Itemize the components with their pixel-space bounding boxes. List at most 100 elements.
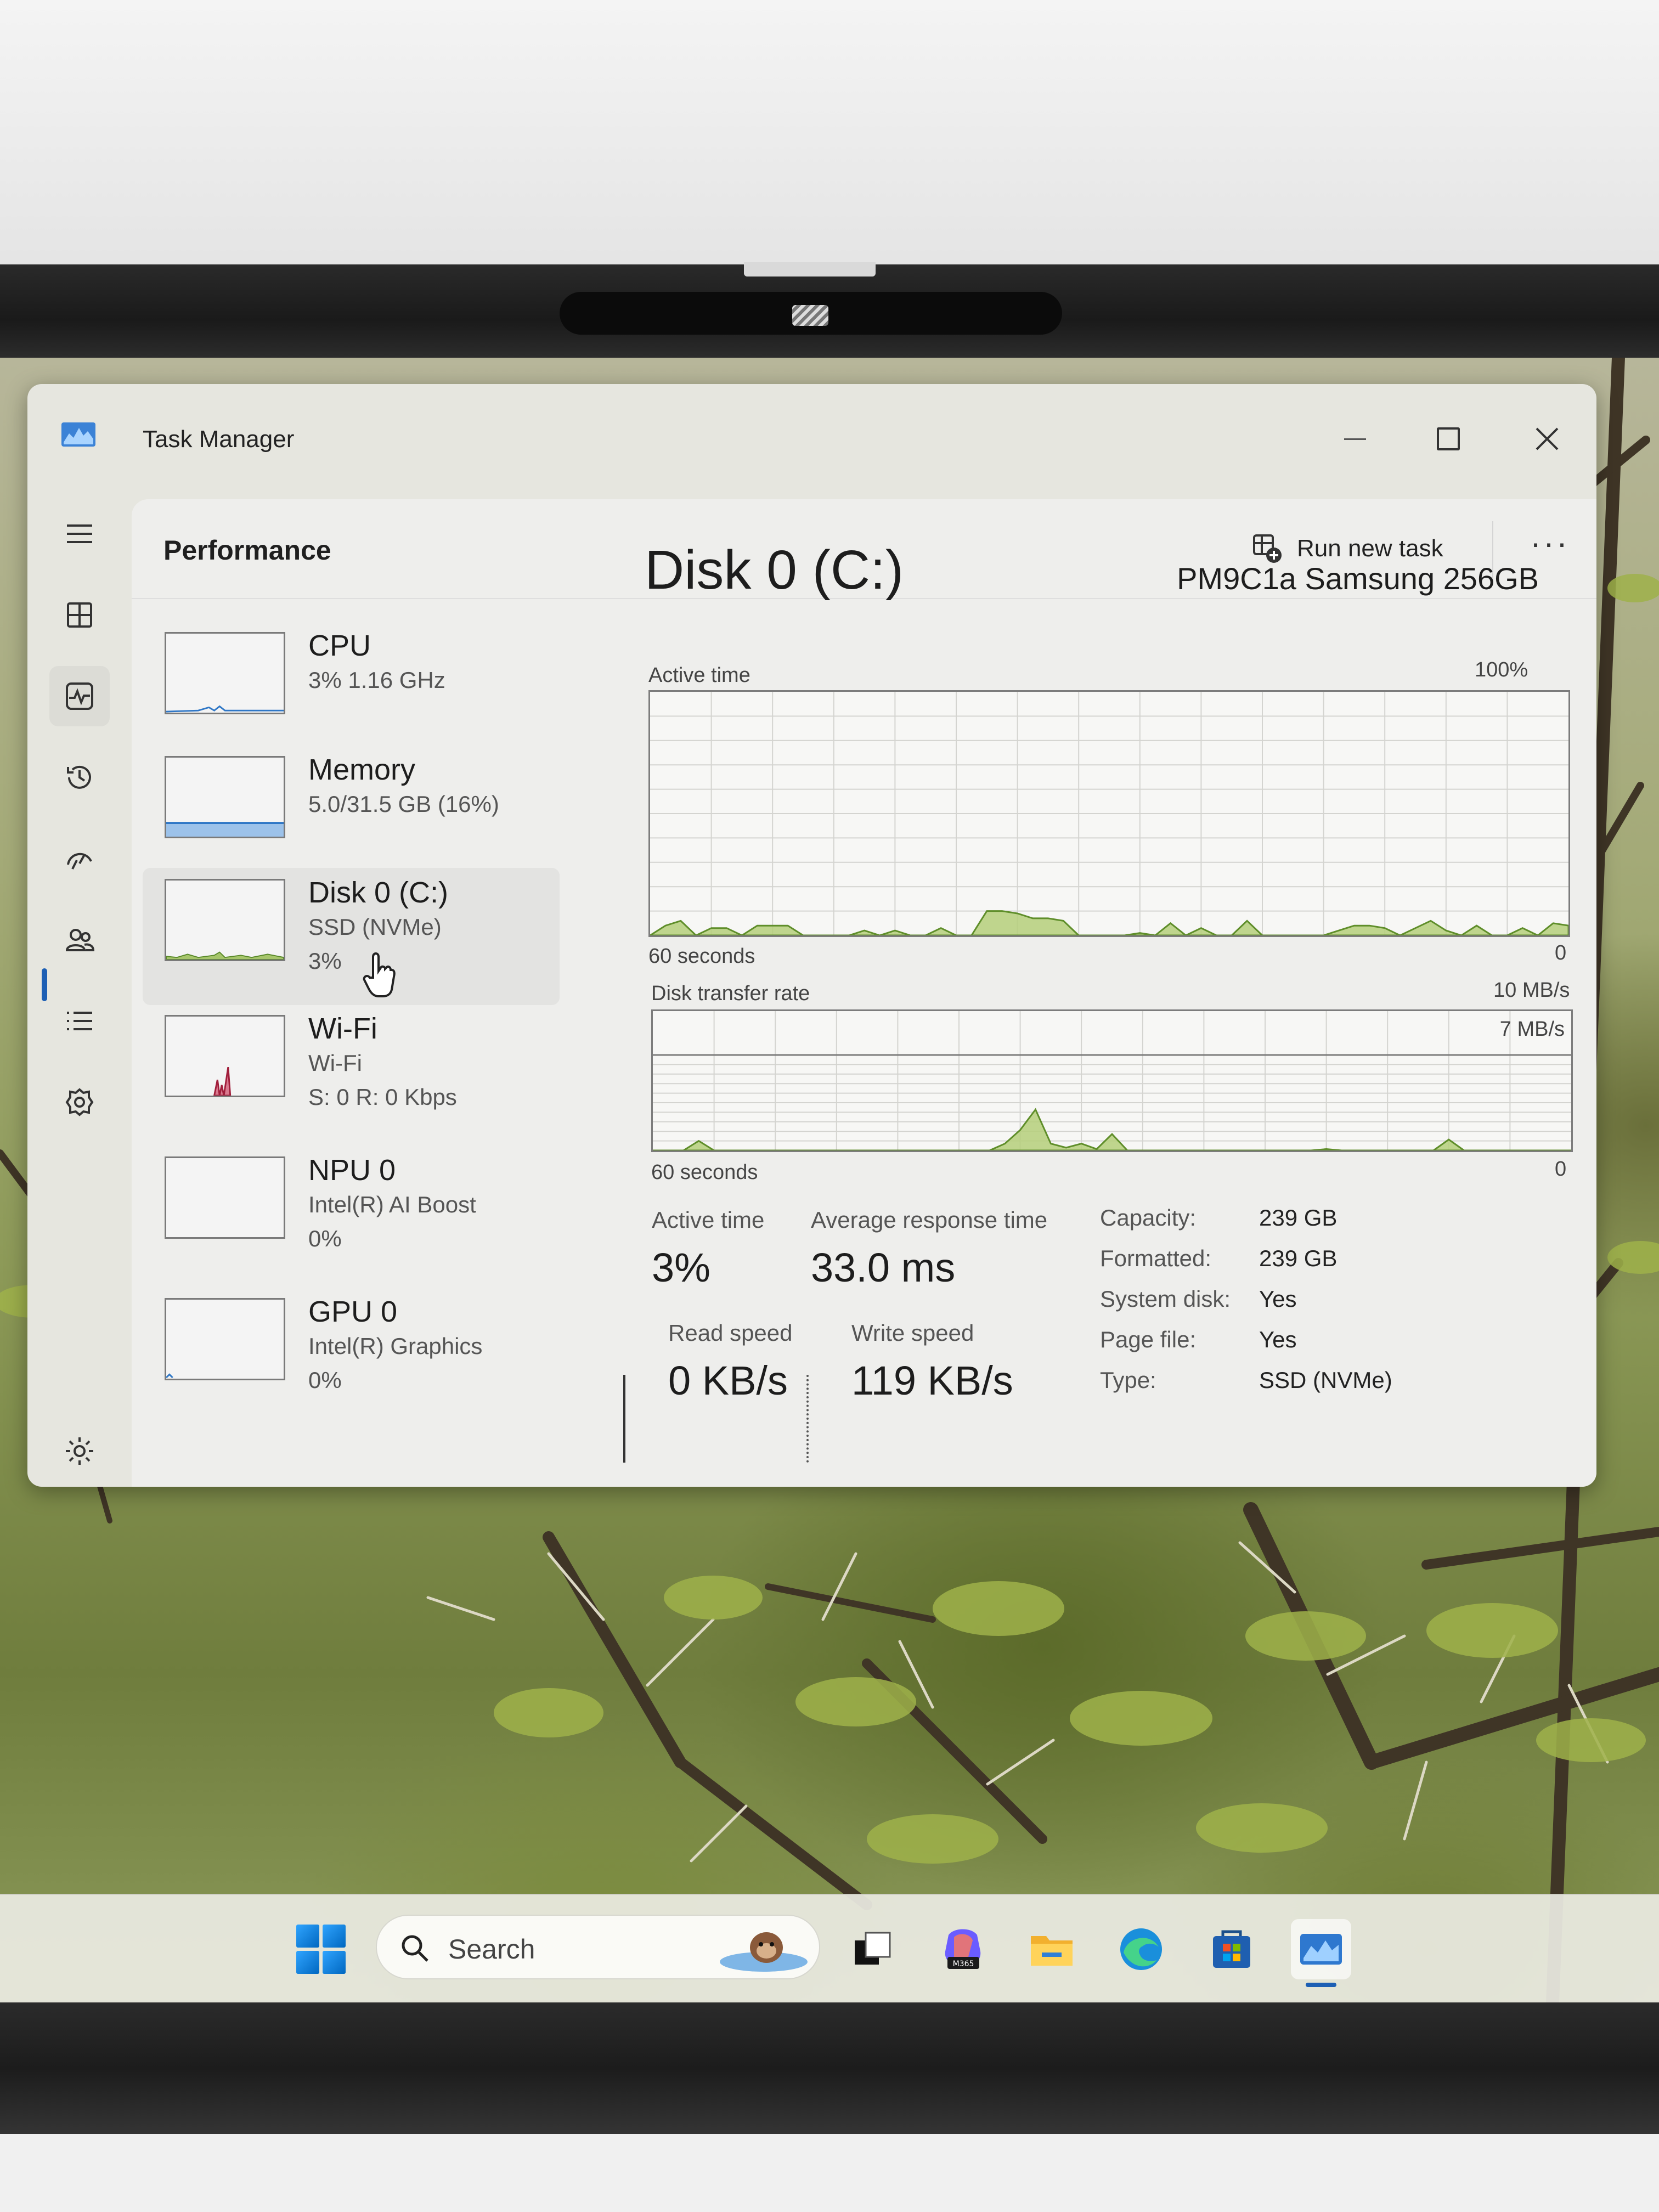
- write-speed-divider: [806, 1375, 809, 1463]
- nav-users[interactable]: [49, 910, 110, 970]
- active-time-label: Active time: [652, 1207, 765, 1233]
- laptop-hinge: [744, 262, 876, 276]
- device-stat: Intel(R) AI Boost: [308, 1192, 476, 1217]
- device-memory[interactable]: Memory 5.0/31.5 GB (16%): [143, 745, 560, 882]
- window-title: Task Manager: [143, 426, 295, 453]
- microsoft-store-icon: [1213, 1930, 1250, 1968]
- search-placeholder: Search: [448, 1934, 535, 1965]
- device-name: GPU 0: [308, 1295, 398, 1328]
- m365-copilot-icon: M365: [945, 1929, 981, 1969]
- m365-copilot-button[interactable]: M365: [933, 1919, 993, 1979]
- users-icon: [65, 929, 95, 951]
- active-time-chart-duration: 60 seconds: [648, 945, 755, 968]
- disk-series-area: [650, 910, 1568, 935]
- active-time-value: 3%: [652, 1245, 710, 1290]
- active-time-chart-max: 100%: [1475, 658, 1528, 681]
- device-stat: Intel(R) Graphics: [308, 1333, 483, 1359]
- microsoft-store-button[interactable]: [1201, 1919, 1262, 1979]
- desk-surface: [0, 2134, 1659, 2212]
- title-bar[interactable]: Task Manager: [27, 384, 1596, 488]
- nav-services[interactable]: [49, 1072, 110, 1132]
- m365-label: M365: [953, 1960, 974, 1968]
- nav-performance[interactable]: [49, 666, 110, 726]
- device-stat: 0%: [308, 1367, 342, 1393]
- device-stat: SSD (NVMe): [308, 914, 442, 940]
- camera-shutter-icon: [792, 305, 828, 326]
- system-disk-value: Yes: [1259, 1286, 1297, 1312]
- file-explorer-icon: [1031, 1936, 1073, 1966]
- disk-transfer-chart: 7 MB/s: [651, 1009, 1573, 1152]
- windows-logo-tile: [296, 1951, 319, 1974]
- maximize-button[interactable]: [1404, 406, 1492, 472]
- device-cpu[interactable]: CPU 3% 1.16 GHz: [143, 621, 560, 758]
- device-npu-0[interactable]: NPU 0 Intel(R) AI Boost 0%: [143, 1146, 560, 1283]
- write-speed-value: 119 KB/s: [851, 1358, 1013, 1403]
- nav-startup-apps[interactable]: [49, 828, 110, 889]
- write-speed-label: Write speed: [851, 1320, 974, 1346]
- gpu-thumbnail: [165, 1298, 285, 1380]
- device-disk-0[interactable]: Disk 0 (C:) SSD (NVMe) 3%: [143, 868, 560, 1005]
- wifi-thumbnail: [165, 1015, 285, 1097]
- minimize-button[interactable]: [1311, 406, 1399, 472]
- windows-logo-tile: [323, 1925, 346, 1948]
- app-history-icon: [67, 765, 91, 789]
- nav-app-history[interactable]: [49, 747, 110, 808]
- taskbar-search-box[interactable]: Search: [376, 1915, 820, 1979]
- active-time-chart: [648, 690, 1570, 937]
- windows-logo-tile: [323, 1951, 346, 1974]
- avg-response-label: Average response time: [811, 1207, 1048, 1233]
- page-title: Performance: [163, 535, 331, 566]
- device-stat: 5.0/31.5 GB (16%): [308, 791, 499, 817]
- startup-apps-icon: [67, 853, 92, 870]
- task-view-button[interactable]: [842, 1919, 902, 1979]
- device-wifi[interactable]: Wi-Fi Wi-Fi S: 0 R: 0 Kbps: [143, 1004, 560, 1141]
- processes-icon: [67, 602, 92, 628]
- file-explorer-button[interactable]: [1022, 1919, 1082, 1979]
- device-gpu-0[interactable]: GPU 0 Intel(R) Graphics 0%: [143, 1287, 560, 1424]
- disk-thumbnail: [165, 879, 285, 961]
- transfer-chart-inner-max: 7 MB/s: [1499, 1018, 1565, 1041]
- task-manager-icon: [1300, 1934, 1342, 1965]
- edge-button[interactable]: [1111, 1919, 1171, 1979]
- device-stat: 3% 1.16 GHz: [308, 667, 445, 693]
- device-stat: 0%: [308, 1226, 342, 1251]
- hamburger-menu-button[interactable]: [49, 504, 110, 564]
- formatted-label: Formatted:: [1100, 1245, 1212, 1271]
- transfer-chart-max: 10 MB/s: [1493, 979, 1570, 1002]
- task-view-icon: [855, 1932, 891, 1965]
- nav-settings[interactable]: [49, 1421, 110, 1481]
- page-file-label: Page file:: [1100, 1327, 1197, 1352]
- device-name: NPU 0: [308, 1154, 396, 1187]
- run-new-task-icon: [1253, 534, 1282, 563]
- task-manager-window: Task Manager Performance Run new task ··…: [27, 384, 1596, 1487]
- page-file-value: Yes: [1259, 1327, 1297, 1352]
- nav-selection-indicator: [42, 968, 47, 1001]
- task-manager-app-icon: [61, 422, 95, 447]
- close-button[interactable]: [1503, 406, 1591, 472]
- active-app-indicator: [1306, 1983, 1336, 1987]
- windows-logo-tile: [296, 1925, 319, 1948]
- active-time-chart-min: 0: [1555, 941, 1567, 964]
- hamburger-icon: [67, 524, 92, 543]
- disk-series-area: [653, 1108, 1571, 1150]
- transfer-chart-duration: 60 seconds: [651, 1161, 758, 1184]
- minimize-icon: [1344, 438, 1366, 440]
- active-time-chart-plot: [650, 692, 1568, 935]
- type-value: SSD (NVMe): [1259, 1367, 1392, 1393]
- hand-cursor-icon: [363, 952, 396, 997]
- more-icon[interactable]: ···: [1525, 527, 1575, 565]
- start-button[interactable]: [296, 1925, 346, 1974]
- avg-response-value: 33.0 ms: [811, 1245, 956, 1290]
- npu-thumbnail: [165, 1156, 285, 1239]
- read-speed-divider: [623, 1375, 625, 1463]
- capacity-label: Capacity:: [1100, 1205, 1197, 1231]
- task-manager-taskbar-button[interactable]: [1291, 1919, 1351, 1979]
- cpu-thumbnail: [165, 632, 285, 714]
- laptop-bottom-bezel: [0, 2002, 1659, 2134]
- nav-details[interactable]: [49, 991, 110, 1051]
- read-speed-value: 0 KB/s: [668, 1358, 788, 1403]
- close-icon: [1536, 427, 1559, 450]
- device-stat: Wi-Fi: [308, 1050, 362, 1076]
- nav-processes[interactable]: [49, 585, 110, 645]
- disk-transfer-chart-plot: [653, 1011, 1571, 1150]
